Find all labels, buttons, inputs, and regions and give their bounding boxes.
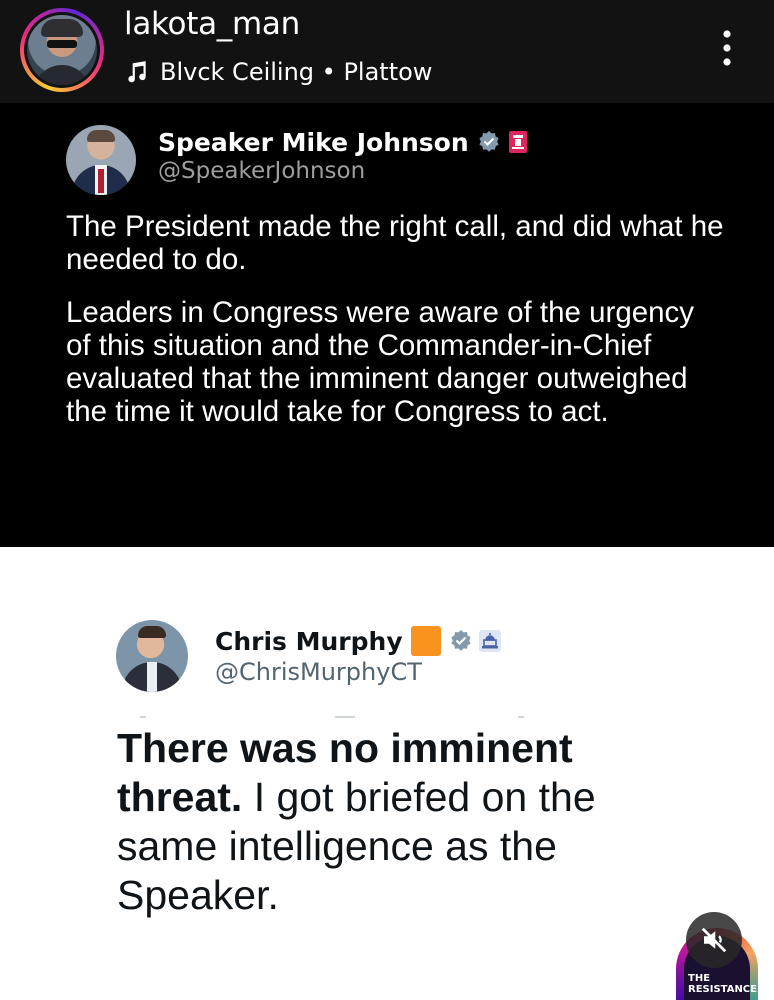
display-name: Chris Murphy — [215, 626, 403, 656]
music-track-label: Blvck Ceiling • Plattow — [160, 58, 433, 86]
avatar[interactable] — [116, 620, 188, 692]
tweet-author-name[interactable]: Speaker Mike Johnson — [158, 124, 527, 160]
username[interactable]: lakota_man — [124, 6, 300, 42]
divider — [518, 716, 524, 718]
divider — [335, 716, 355, 718]
speaker-muted-icon — [701, 927, 727, 953]
mute-button[interactable] — [686, 912, 742, 968]
more-vertical-icon[interactable] — [716, 26, 738, 70]
tweet-author-handle[interactable]: @ChrisMurphyCT — [215, 658, 422, 686]
capitol-building-icon — [478, 630, 501, 652]
profile-avatar[interactable] — [20, 8, 104, 92]
government-seal-icon — [508, 131, 527, 153]
tweet-paragraph: The President made the right call, and d… — [66, 210, 724, 276]
resistance-logo-label: THE RESISTANCE — [688, 973, 757, 995]
music-note-icon — [128, 61, 146, 83]
tweet-text: The President made the right call, and d… — [66, 210, 726, 448]
tweet-author-handle[interactable]: @SpeakerJohnson — [158, 158, 365, 184]
orange-square-icon — [410, 626, 441, 656]
tweet-author-name[interactable]: Chris Murphy — [215, 622, 501, 660]
tweet-paragraph: Leaders in Congress were aware of the ur… — [66, 296, 695, 428]
display-name: Speaker Mike Johnson — [158, 127, 469, 157]
story-header: lakota_man Blvck Ceiling • Plattow — [0, 0, 774, 103]
divider — [140, 716, 146, 718]
music-track[interactable]: Blvck Ceiling • Plattow — [124, 56, 432, 88]
verified-badge-icon — [479, 131, 499, 152]
verified-badge-icon — [451, 630, 471, 651]
avatar[interactable] — [66, 125, 136, 195]
tweet-text: There was no imminent threat. I got brie… — [117, 724, 677, 920]
